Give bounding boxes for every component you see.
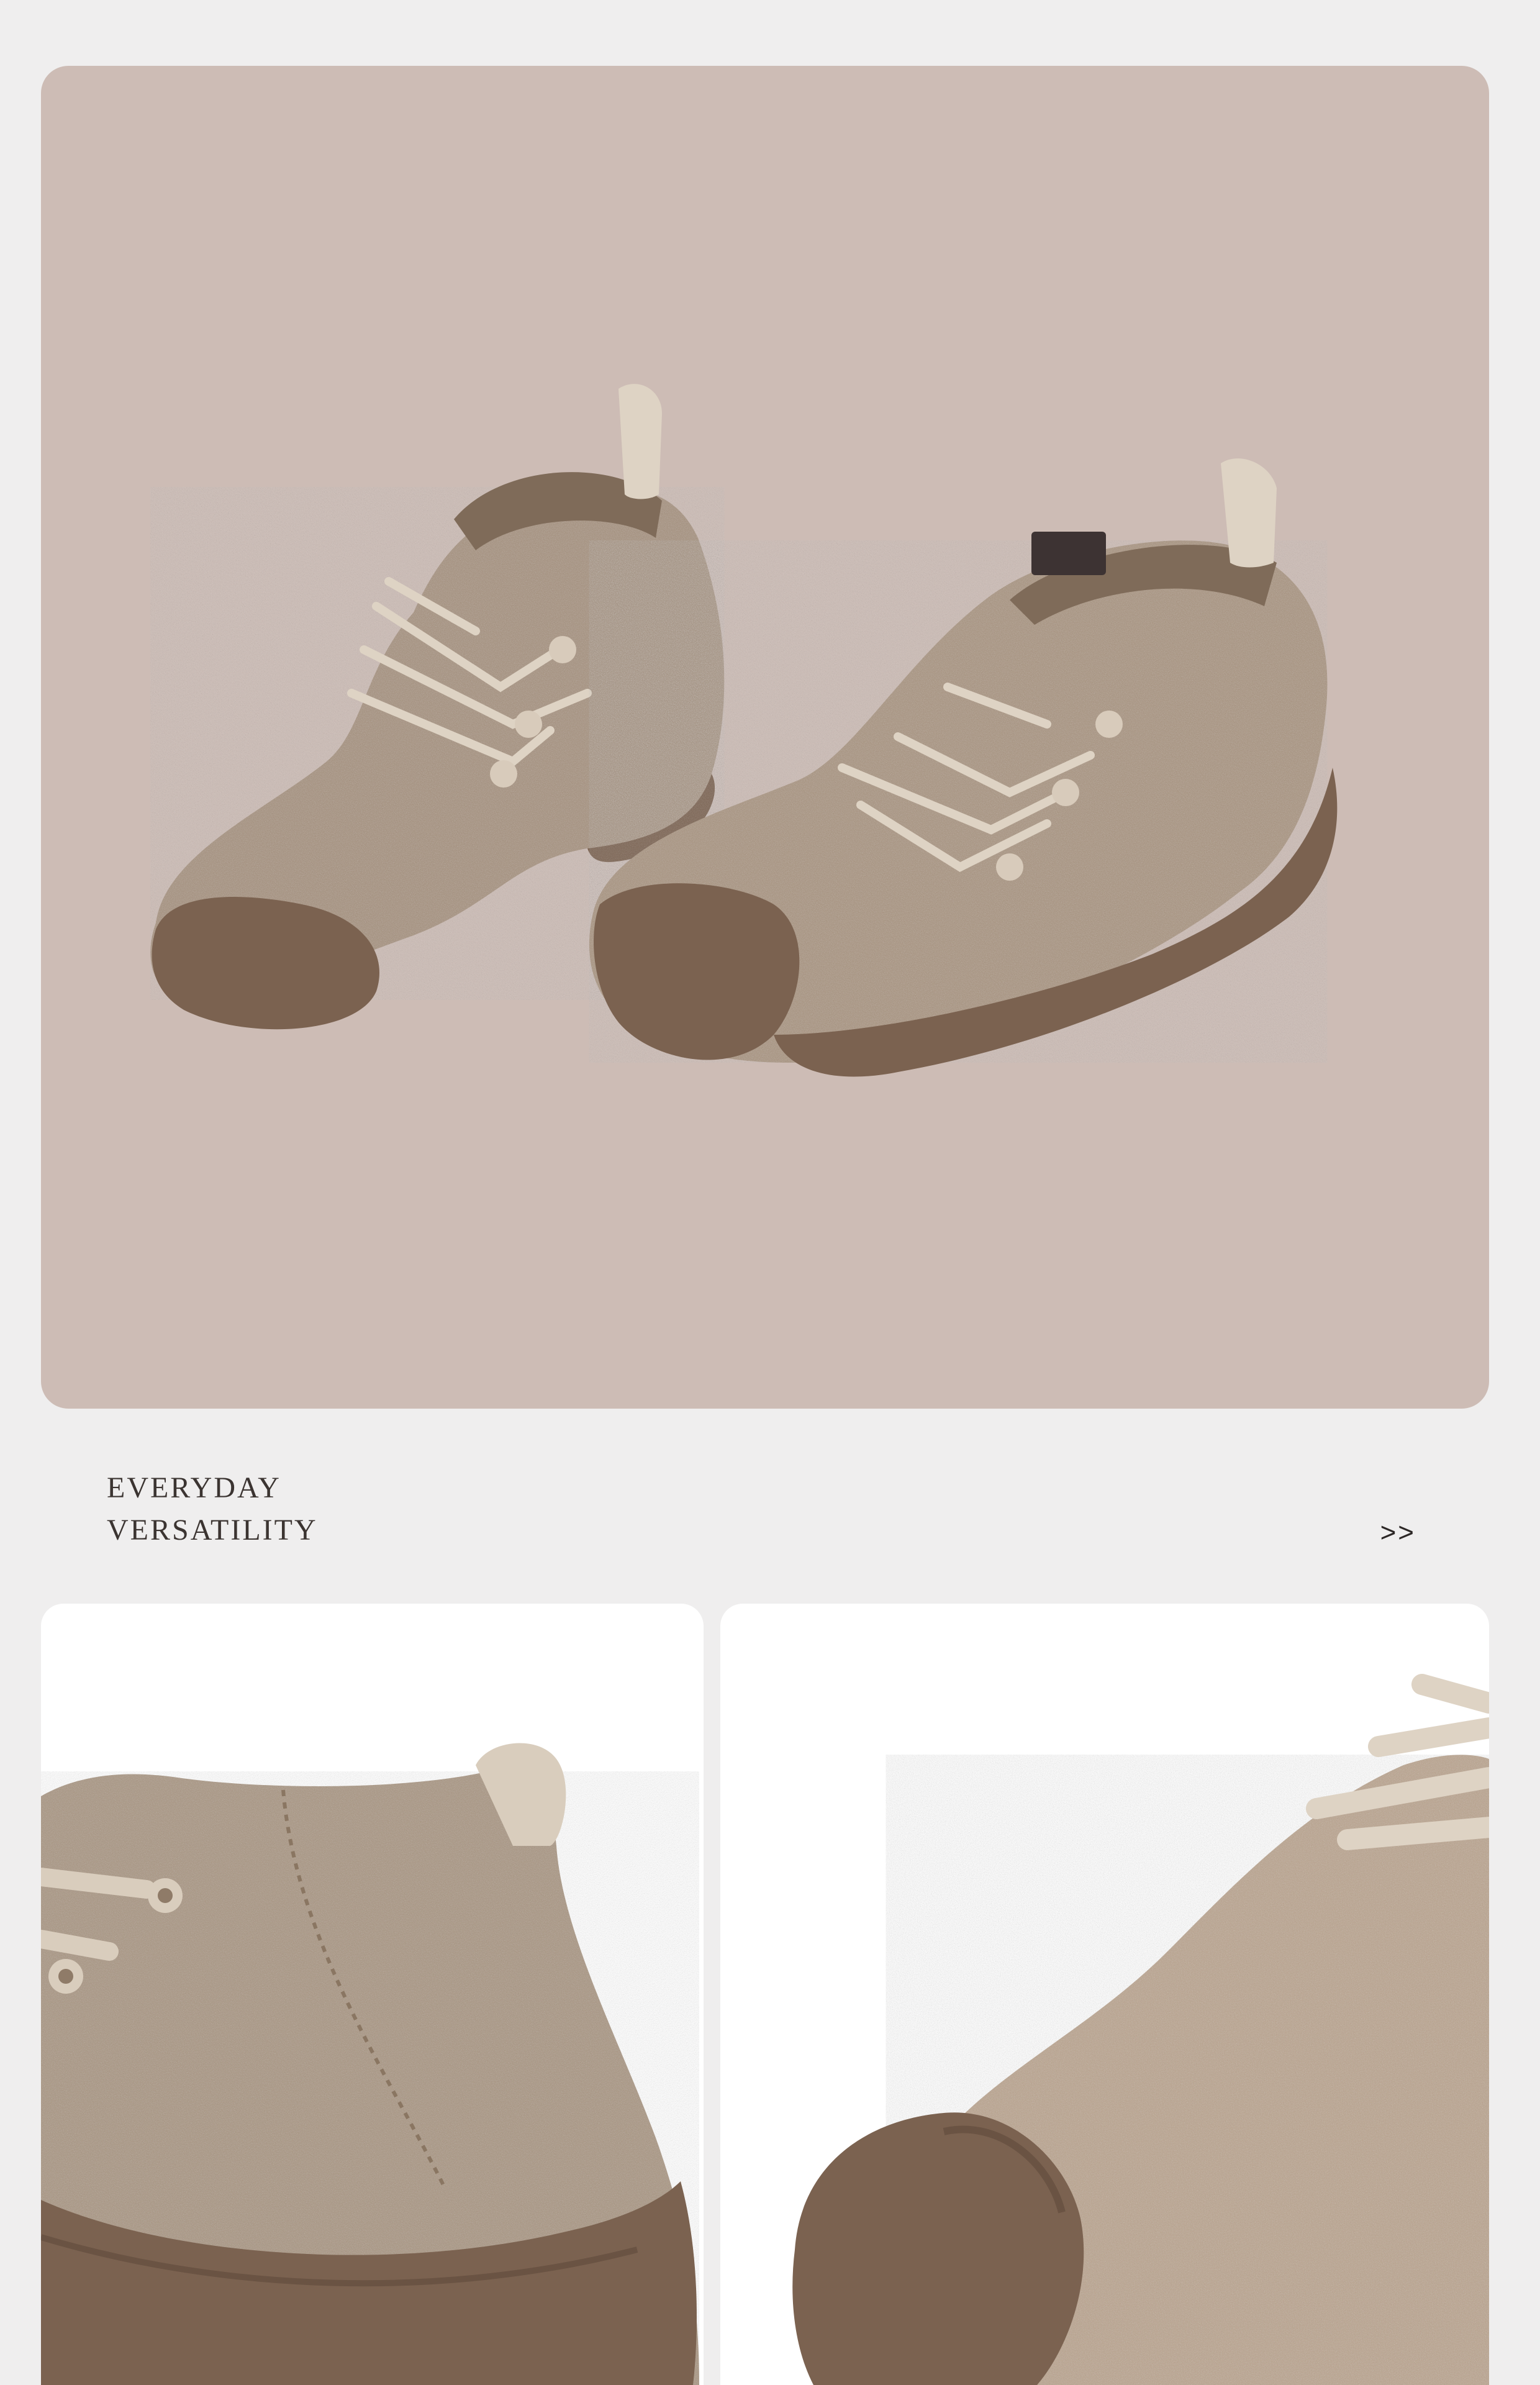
hero-product-image (41, 66, 1489, 1409)
caption-line-2: VERSATILITY (107, 1514, 318, 1547)
felt-shoe-toe-icon (792, 1674, 1489, 2385)
detail-image-toe (720, 1604, 1489, 2385)
felt-shoe-heel-icon (41, 1743, 699, 2385)
caption-line-1: EVERYDAY (107, 1471, 281, 1504)
detail-image-heel (41, 1604, 704, 2385)
felt-shoes-pair-illustration (150, 384, 1338, 1077)
section-caption: EVERYDAY VERSATILITY (107, 1467, 318, 1551)
next-arrow-link[interactable]: >> (1380, 1514, 1416, 1551)
